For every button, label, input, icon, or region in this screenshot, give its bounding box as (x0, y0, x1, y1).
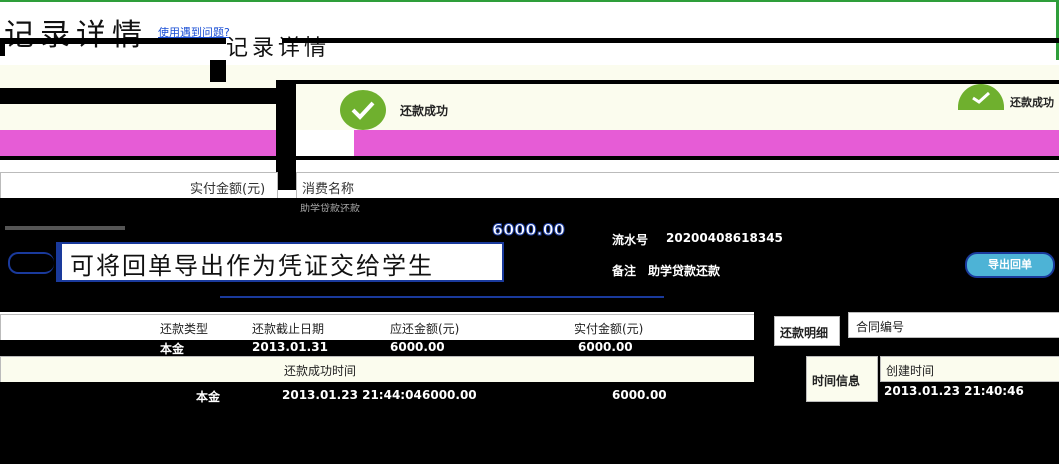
dark-block (296, 80, 1059, 84)
dark-block (276, 80, 296, 160)
dark-block (282, 38, 1059, 43)
dark-block (0, 340, 754, 356)
table-row: 6000.00 (390, 340, 445, 354)
dark-block (0, 156, 1059, 160)
table-row: 本金 (160, 342, 185, 356)
ghost-title: 记录详情 (226, 36, 331, 61)
dark-block (0, 44, 5, 56)
due-date-header: 还款截止日期 (252, 322, 325, 336)
serial-value: 20200408618345 (666, 231, 783, 245)
actual-amount-header: 实付金额(元) (190, 182, 266, 197)
callout-underline (220, 296, 664, 298)
dark-block (5, 226, 125, 230)
top-frame-border (0, 0, 1059, 2)
remark-label: 备注 (612, 264, 637, 278)
remark-value: 助学贷款还款 (648, 264, 721, 278)
page-title: 记录详情 (4, 18, 148, 53)
status-right-text: 还款成功 (1010, 96, 1054, 109)
serial-label: 流水号 (612, 233, 649, 247)
export-receipt-button[interactable]: 导出回单 (965, 252, 1055, 278)
callout-text: 可将回单导出作为凭证交给学生 (70, 252, 434, 280)
repay-info-label: 还款明细 (780, 326, 829, 340)
table-row: 2013.01.31 (252, 340, 328, 354)
table-row: 6000.00 (578, 340, 633, 354)
check-circle-icon (340, 90, 386, 130)
amount-value: 6000.00 (492, 220, 566, 240)
status-left-text: 还款成功 (400, 104, 449, 118)
table-row: 2013.01.23 21:44:04 (282, 388, 422, 402)
table-row: 本金 (196, 390, 221, 404)
dark-block (210, 60, 226, 82)
table-row: 6000.00 (612, 388, 667, 402)
export-receipt-label: 导出回单 (988, 258, 1032, 271)
callout-arrow (8, 252, 54, 274)
created-time-label: 创建时间 (886, 364, 935, 378)
table-header-right (296, 172, 1059, 200)
banner-stripe (0, 130, 276, 156)
success-time-header-row (0, 356, 786, 384)
dark-block (276, 160, 296, 190)
banner-stripe (354, 130, 1059, 156)
table-row: 6000.00 (422, 388, 477, 402)
consumption-name-header: 消费名称 (302, 182, 355, 197)
dark-block (0, 88, 280, 104)
success-time-header: 还款成功时间 (284, 364, 357, 378)
time-info-label: 时间信息 (812, 374, 861, 388)
amount-due-header: 应还金额(元) (390, 322, 460, 336)
dark-block (0, 198, 1059, 212)
created-time-value: 2013.01.23 21:40:46 (884, 384, 1024, 398)
contract-label: 合同编号 (856, 320, 905, 334)
amount-paid-header: 实付金额(元) (574, 322, 644, 336)
repay-type-header: 还款类型 (160, 322, 209, 336)
dark-block (0, 38, 226, 44)
